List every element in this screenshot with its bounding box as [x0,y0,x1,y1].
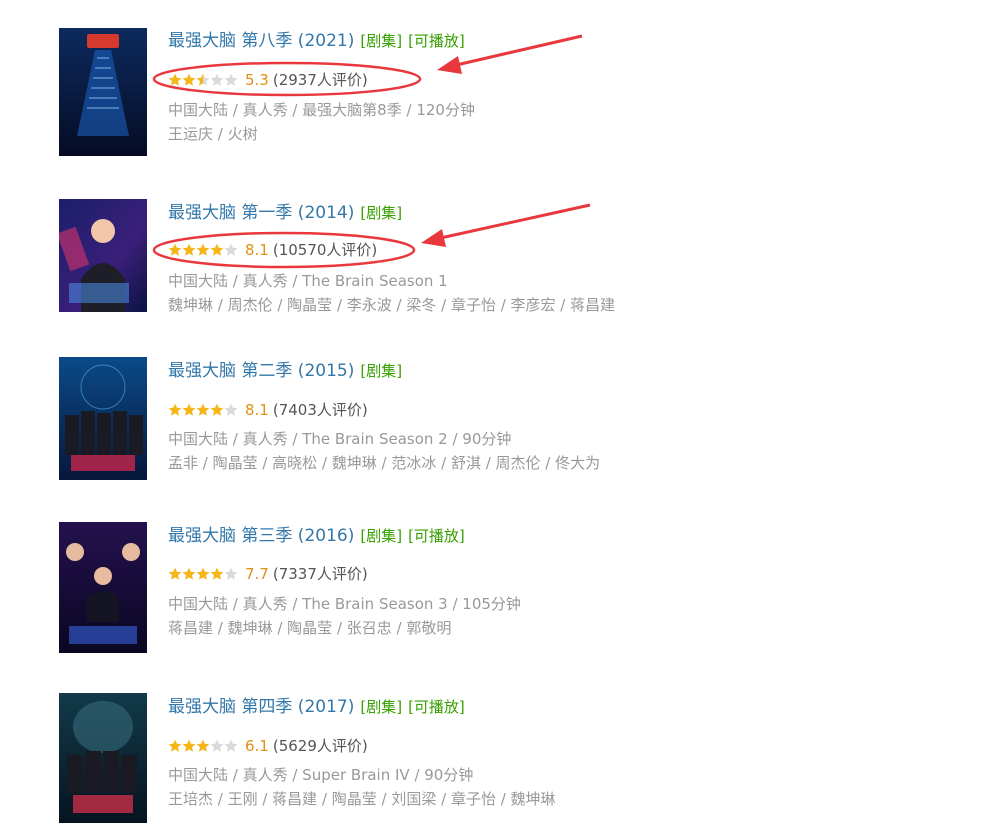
result-cast: 王运庆 / 火树 [168,125,258,143]
title-line: 最强大脑 第一季 (2014) [剧集] [168,202,402,224]
poster-image-icon [59,522,147,653]
star-icon [168,739,182,752]
star-icon [196,403,210,416]
rating-line: 8.1 (10570人评价) [168,240,377,260]
result-cast: 魏坤琳 / 周杰伦 / 陶晶莹 / 李永波 / 梁冬 / 章子怡 / 李彦宏 /… [168,296,616,314]
rating-score: 7.7 [245,565,269,583]
rating-score: 8.1 [245,241,269,259]
result-cast: 孟非 / 陶晶莹 / 高晓松 / 魏坤琳 / 范冰冰 / 舒淇 / 周杰伦 / … [168,454,601,472]
star-icon [196,243,210,256]
tag-series[interactable]: [剧集] [360,527,402,545]
result-cast: 王培杰 / 王刚 / 蒋昌建 / 陶晶莹 / 刘国梁 / 章子怡 / 魏坤琳 [168,790,556,808]
poster-thumbnail[interactable] [59,522,147,653]
result-title-link[interactable]: 最强大脑 第八季 (2021) [168,31,354,51]
rating-line: 5.3 (2937人评价) [168,70,368,90]
rating-score: 5.3 [245,71,269,89]
rating-votes[interactable]: (7403人评价) [273,400,368,420]
star-icon [196,73,210,86]
tag-series[interactable]: [剧集] [360,32,402,50]
star-icon [224,403,238,416]
result-item: 最强大脑 第二季 (2015) [剧集] 8.1 (7403人评价) 中国大陆 /… [0,357,992,500]
poster-thumbnail[interactable] [59,693,147,823]
result-meta: 中国大陆 / 真人秀 / 最强大脑第8季 / 120分钟 [168,101,475,119]
star-icon [224,243,238,256]
star-icon [182,739,196,752]
star-icon [224,73,238,86]
title-line: 最强大脑 第八季 (2021) [剧集] [可播放] [168,30,465,52]
rating-score: 6.1 [245,737,269,755]
star-icon [210,73,224,86]
poster-thumbnail[interactable] [59,357,147,480]
rating-stars [168,243,240,257]
rating-stars [168,567,240,581]
star-icon [224,567,238,580]
result-meta: 中国大陆 / 真人秀 / The Brain Season 1 [168,272,448,290]
star-icon [210,243,224,256]
tag-playable[interactable]: [可播放] [408,698,465,716]
result-meta: 中国大陆 / 真人秀 / The Brain Season 2 / 90分钟 [168,430,512,448]
poster-image-icon [59,199,147,312]
result-item: 最强大脑 第三季 (2016) [剧集] [可播放] 7.7 (7337人评价) 中… [0,522,992,665]
poster-thumbnail[interactable] [59,28,147,156]
tag-playable[interactable]: [可播放] [408,527,465,545]
star-icon [168,73,182,86]
poster-image-icon [59,357,147,480]
star-icon [182,403,196,416]
star-icon [196,739,210,752]
result-meta: 中国大陆 / 真人秀 / Super Brain IV / 90分钟 [168,766,474,784]
result-item: 最强大脑 第一季 (2014) [剧集] 8.1 (10570人评价) 中国大陆 … [0,199,992,342]
tag-series[interactable]: [剧集] [360,698,402,716]
star-icon [196,567,210,580]
rating-stars [168,739,240,753]
rating-line: 7.7 (7337人评价) [168,564,368,584]
star-icon [168,243,182,256]
rating-stars [168,403,240,417]
star-icon [182,73,196,86]
rating-votes[interactable]: (5629人评价) [273,736,368,756]
rating-line: 8.1 (7403人评价) [168,400,368,420]
result-cast: 蒋昌建 / 魏坤琳 / 陶晶莹 / 张召忠 / 郭敬明 [168,619,452,637]
star-icon [168,567,182,580]
result-item: 最强大脑 第四季 (2017) [剧集] [可播放] 6.1 (5629人评价) 中… [0,693,992,836]
result-title-link[interactable]: 最强大脑 第四季 (2017) [168,697,354,717]
tag-playable[interactable]: [可播放] [408,32,465,50]
title-line: 最强大脑 第二季 (2015) [剧集] [168,360,402,382]
result-title-link[interactable]: 最强大脑 第二季 (2015) [168,361,354,381]
search-results-list: 最强大脑 第八季 (2021) [剧集] [可播放] 5.3 (2937人评价) 中… [0,0,992,836]
rating-votes[interactable]: (2937人评价) [273,70,368,90]
rating-votes[interactable]: (7337人评价) [273,564,368,584]
star-icon [210,567,224,580]
star-icon [182,243,196,256]
title-line: 最强大脑 第四季 (2017) [剧集] [可播放] [168,696,465,718]
poster-image-icon [59,28,147,156]
star-icon [210,739,224,752]
poster-image-icon [59,693,147,823]
title-line: 最强大脑 第三季 (2016) [剧集] [可播放] [168,525,465,547]
rating-votes[interactable]: (10570人评价) [273,240,377,260]
star-icon [210,403,224,416]
rating-line: 6.1 (5629人评价) [168,736,368,756]
star-icon [182,567,196,580]
rating-score: 8.1 [245,401,269,419]
tag-series[interactable]: [剧集] [360,204,402,222]
result-title-link[interactable]: 最强大脑 第一季 (2014) [168,203,354,223]
star-icon [168,403,182,416]
result-meta: 中国大陆 / 真人秀 / The Brain Season 3 / 105分钟 [168,595,521,613]
star-icon [224,739,238,752]
poster-thumbnail[interactable] [59,199,147,312]
result-item: 最强大脑 第八季 (2021) [剧集] [可播放] 5.3 (2937人评价) 中… [0,28,992,170]
tag-series[interactable]: [剧集] [360,362,402,380]
rating-stars [168,73,240,87]
result-title-link[interactable]: 最强大脑 第三季 (2016) [168,526,354,546]
